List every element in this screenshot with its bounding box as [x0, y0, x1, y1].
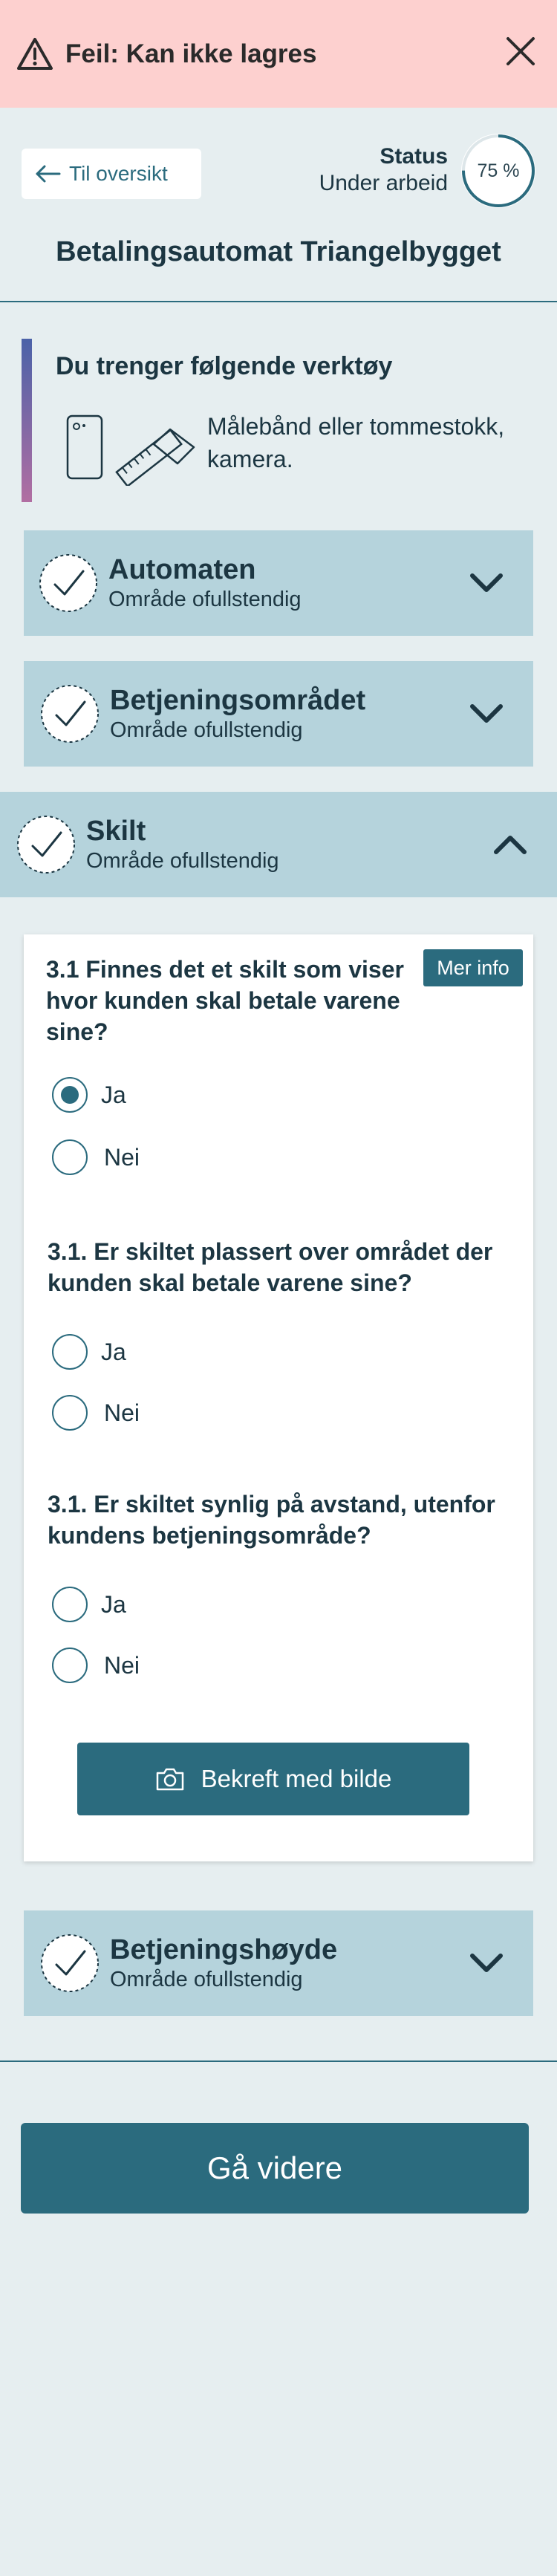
- radio-label: Nei: [104, 1399, 140, 1426]
- radio-circle[interactable]: [52, 1077, 88, 1113]
- close-icon[interactable]: [502, 33, 539, 70]
- question-text: 3.1. Er skiltet plassert over området de…: [48, 1238, 493, 1296]
- tools-panel: Du trenger følgende verktøy Målebånd ell…: [22, 339, 534, 502]
- more-info-button[interactable]: Mer info: [423, 949, 523, 986]
- error-message: Feil: Kan ikke lagres: [65, 39, 317, 68]
- radio-option-ja[interactable]: Ja: [52, 1587, 126, 1622]
- dashed-check-icon: [17, 816, 75, 874]
- tools-heading: Du trenger følgende verktøy: [56, 352, 393, 380]
- radio-option-nei[interactable]: Nei: [52, 1395, 140, 1431]
- radio-option-ja[interactable]: Ja: [52, 1077, 126, 1113]
- radio-circle[interactable]: [52, 1139, 88, 1175]
- arrow-left-icon: [36, 165, 61, 183]
- status-label: Status: [380, 144, 448, 169]
- section-subtitle: Område ofullstendig: [110, 718, 303, 742]
- chevron-down-icon: [470, 1954, 503, 1972]
- radio-circle[interactable]: [52, 1334, 88, 1370]
- chevron-down-icon: [470, 573, 503, 592]
- radio-circle[interactable]: [52, 1587, 88, 1622]
- status-value: Under arbeid: [319, 171, 448, 195]
- confirm-with-photo-button[interactable]: Bekreft med bilde: [77, 1743, 469, 1815]
- continue-button[interactable]: Gå videre: [21, 2123, 529, 2214]
- warning-icon: [17, 37, 53, 70]
- radio-label: Ja: [101, 1590, 126, 1618]
- status-block: Status Under arbeid: [319, 143, 448, 197]
- dashed-check-icon: [39, 554, 97, 612]
- radio-circle[interactable]: [52, 1395, 88, 1431]
- section-title: Betjeningsområdet: [110, 685, 366, 716]
- section-betjeningshoyde[interactable]: Betjeningshøyde Område ofullstendig: [24, 1910, 533, 2016]
- section-skilt[interactable]: Skilt Område ofullstendig: [0, 792, 557, 897]
- tools-description: Målebånd eller tommestokk, kamera.: [207, 413, 505, 472]
- dashed-check-icon: [41, 1934, 99, 1992]
- footer-divider: [0, 2061, 557, 2062]
- phone-ruler-icon: [66, 414, 195, 486]
- back-label: Til oversikt: [69, 162, 168, 185]
- error-banner: Feil: Kan ikke lagres: [0, 0, 557, 108]
- radio-label: Ja: [101, 1081, 126, 1108]
- radio-label: Nei: [104, 1651, 140, 1679]
- section-automaten[interactable]: Automaten Område ofullstendig: [24, 530, 533, 636]
- confirm-label: Bekreft med bilde: [201, 1765, 392, 1792]
- section-subtitle: Område ofullstendig: [108, 588, 302, 611]
- radio-option-nei[interactable]: Nei: [52, 1648, 140, 1683]
- section-title: Automaten: [108, 554, 256, 585]
- radio-label: Ja: [101, 1338, 126, 1365]
- back-to-overview-button[interactable]: Til oversikt: [22, 149, 201, 199]
- radio-circle[interactable]: [52, 1648, 88, 1683]
- chevron-down-icon: [470, 704, 503, 723]
- camera-icon: [156, 1768, 183, 1791]
- section-subtitle: Område ofullstendig: [110, 1968, 303, 1991]
- section-betjeningsomradet[interactable]: Betjeningsområdet Område ofullstendig: [24, 661, 533, 767]
- progress-text: 75 %: [477, 160, 520, 181]
- question-text: 3.1. Er skiltet synlig på avstand, utenf…: [48, 1491, 495, 1549]
- radio-option-ja[interactable]: Ja: [52, 1334, 126, 1370]
- chevron-up-icon: [494, 836, 527, 854]
- radio-label: Nei: [104, 1143, 140, 1171]
- header-divider: [0, 301, 557, 302]
- section-title: Betjeningshøyde: [110, 1934, 338, 1965]
- question-text: 3.1 Finnes det et skilt som viser hvor k…: [46, 956, 404, 1045]
- section-title: Skilt: [86, 816, 146, 847]
- page-title: Betalingsautomat Triangelbygget: [56, 236, 501, 267]
- section-subtitle: Område ofullstendig: [86, 849, 279, 873]
- dashed-check-icon: [41, 685, 99, 743]
- progress-ring: 75 %: [458, 131, 538, 211]
- radio-option-nei[interactable]: Nei: [52, 1139, 140, 1175]
